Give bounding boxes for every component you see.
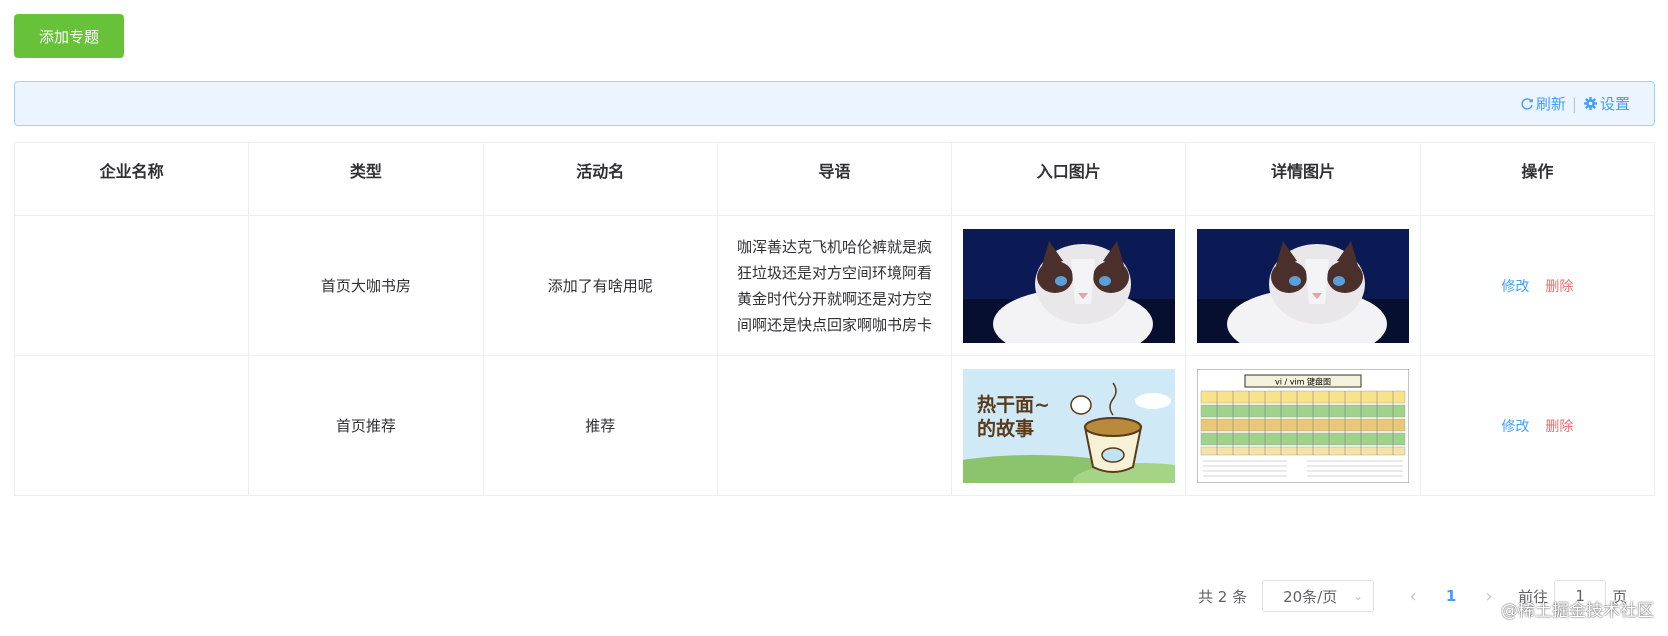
cell-company bbox=[13, 215, 250, 356]
cell-intro: 咖浑善达克飞机哈伦裤就是疯狂垃圾还是对方空间环境阿看黄金时代分开就啊还是对方空间… bbox=[716, 215, 953, 356]
delete-button[interactable]: 删除 bbox=[1545, 416, 1573, 436]
page-size-select[interactable]: 20条/页 ⌄ bbox=[1262, 580, 1375, 612]
cell-type: 首页推荐 bbox=[248, 355, 484, 496]
gear-icon bbox=[1583, 96, 1598, 111]
chevron-down-icon: ⌄ bbox=[1353, 589, 1364, 603]
cell-company bbox=[13, 355, 250, 496]
cell-entry-image: 热干面~ 的故事 bbox=[951, 355, 1187, 496]
cell-entry-image bbox=[951, 215, 1187, 356]
header-activity: 活动名 bbox=[482, 142, 718, 216]
cell-detail-image bbox=[1185, 215, 1421, 356]
cell-activity: 添加了有啥用呢 bbox=[482, 215, 718, 356]
table-toolbar: 刷新 | 设置 bbox=[14, 81, 1655, 126]
entry-image-noodles[interactable]: 热干面~ 的故事 bbox=[962, 368, 1175, 483]
topic-table: 企业名称 类型 活动名 导语 入口图片 详情图片 操作 首页大咖书房 添加了有啥… bbox=[13, 142, 1656, 496]
cell-intro bbox=[716, 355, 953, 496]
toolbar-separator: | bbox=[1571, 94, 1577, 113]
page-size-value: 20条/页 bbox=[1283, 587, 1338, 606]
detail-image-cat[interactable] bbox=[1197, 228, 1410, 343]
edit-button[interactable]: 修改 bbox=[1501, 276, 1529, 296]
table-row: 首页推荐 推荐 热干面~ 的故事 vi / vim 键盘图 修改 删除 bbox=[13, 355, 1656, 496]
watermark: @稀土掘金技术社区 bbox=[1501, 601, 1654, 621]
settings-button[interactable]: 设置 bbox=[1583, 93, 1630, 114]
toolbar-actions: 刷新 | 设置 bbox=[1520, 82, 1630, 125]
vim-chart-title: vi / vim 键盘图 bbox=[1275, 376, 1331, 386]
refresh-icon bbox=[1521, 97, 1533, 110]
cell-type: 首页大咖书房 bbox=[248, 215, 484, 356]
header-type: 类型 bbox=[248, 142, 484, 216]
noodle-title-line1: 热干面~ bbox=[977, 393, 1050, 416]
delete-button[interactable]: 删除 bbox=[1545, 276, 1573, 296]
cell-detail-image: vi / vim 键盘图 bbox=[1185, 355, 1421, 496]
cell-activity: 推荐 bbox=[482, 355, 718, 496]
table-row: 首页大咖书房 添加了有啥用呢 咖浑善达克飞机哈伦裤就是疯狂垃圾还是对方空间环境阿… bbox=[13, 215, 1656, 356]
table-header-row: 企业名称 类型 活动名 导语 入口图片 详情图片 操作 bbox=[13, 142, 1656, 216]
header-actions: 操作 bbox=[1419, 142, 1656, 216]
refresh-label: 刷新 bbox=[1535, 95, 1566, 113]
pagination-total: 共 2 条 bbox=[1198, 587, 1248, 606]
noodle-title-line2: 的故事 bbox=[977, 417, 1034, 440]
page-number-current[interactable]: 1 bbox=[1436, 587, 1466, 605]
header-company: 企业名称 bbox=[13, 142, 250, 216]
edit-button[interactable]: 修改 bbox=[1501, 416, 1529, 436]
header-intro: 导语 bbox=[716, 142, 953, 216]
next-page-button[interactable]: › bbox=[1474, 586, 1504, 607]
cell-actions: 修改 删除 bbox=[1419, 355, 1656, 496]
prev-page-button[interactable]: ‹ bbox=[1398, 586, 1428, 607]
add-topic-button[interactable]: 添加专题 bbox=[14, 14, 124, 58]
header-entry-image: 入口图片 bbox=[951, 142, 1187, 216]
refresh-button[interactable]: 刷新 bbox=[1520, 93, 1566, 114]
header-detail-image: 详情图片 bbox=[1185, 142, 1421, 216]
entry-image-cat[interactable] bbox=[962, 228, 1175, 343]
settings-label: 设置 bbox=[1599, 95, 1630, 113]
cell-actions: 修改 删除 bbox=[1419, 215, 1656, 356]
detail-image-vim-chart[interactable]: vi / vim 键盘图 bbox=[1197, 368, 1410, 483]
